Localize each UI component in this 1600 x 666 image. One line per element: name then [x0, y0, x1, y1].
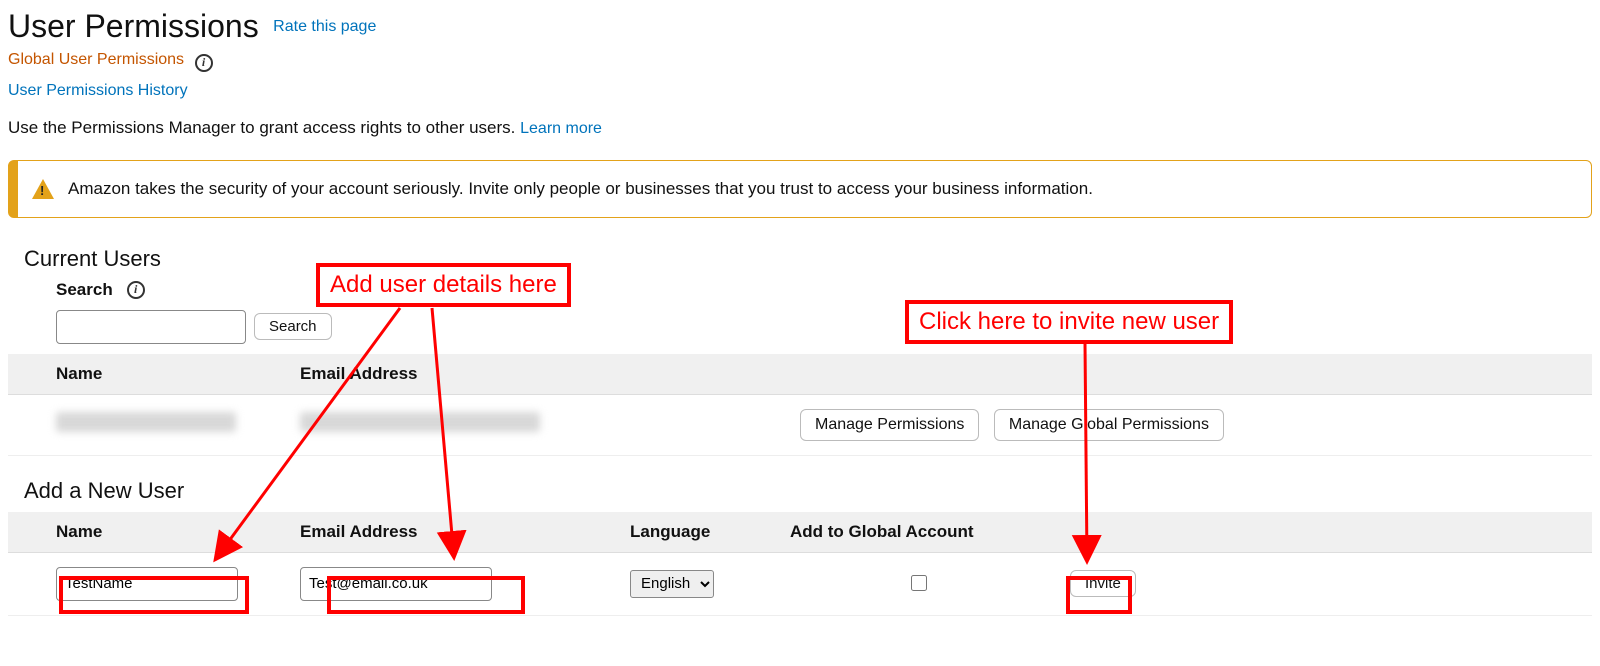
- col-invite: [1058, 512, 1592, 553]
- col-name: Name: [8, 512, 288, 553]
- language-select[interactable]: English: [630, 570, 714, 598]
- info-icon[interactable]: i: [127, 281, 145, 299]
- col-name: Name: [8, 354, 288, 395]
- redacted-name: [56, 412, 236, 432]
- global-permissions-link[interactable]: Global User Permissions: [8, 51, 184, 68]
- permissions-history-link[interactable]: User Permissions History: [8, 82, 188, 99]
- col-actions: [788, 354, 1592, 395]
- page-title: User Permissions: [8, 8, 259, 45]
- global-account-checkbox[interactable]: [911, 575, 927, 591]
- learn-more-link[interactable]: Learn more: [520, 120, 602, 137]
- table-row: Manage Permissions Manage Global Permiss…: [8, 394, 1592, 455]
- current-users-table: Name Email Address Manage Permissions Ma…: [8, 354, 1592, 456]
- search-button[interactable]: Search: [254, 313, 332, 340]
- security-alert: Amazon takes the security of your accoun…: [8, 160, 1592, 218]
- current-users-heading: Current Users: [24, 246, 1592, 272]
- col-email: Email Address: [288, 512, 618, 553]
- col-language: Language: [618, 512, 778, 553]
- info-icon[interactable]: i: [195, 54, 213, 72]
- table-row: English Invite: [8, 552, 1592, 615]
- email-input[interactable]: [300, 567, 492, 601]
- manage-global-permissions-button[interactable]: Manage Global Permissions: [994, 409, 1224, 441]
- add-new-user-heading: Add a New User: [24, 478, 1592, 504]
- alert-text: Amazon takes the security of your accoun…: [68, 179, 1093, 199]
- add-user-table: Name Email Address Language Add to Globa…: [8, 512, 1592, 616]
- search-label: Search: [56, 280, 113, 300]
- rate-page-link[interactable]: Rate this page: [273, 18, 376, 35]
- invite-button[interactable]: Invite: [1070, 570, 1136, 597]
- col-email: Email Address: [288, 354, 788, 395]
- warning-icon: [32, 179, 54, 199]
- redacted-email: [300, 412, 540, 432]
- subtitle-text: Use the Permissions Manager to grant acc…: [8, 118, 520, 137]
- name-input[interactable]: [56, 567, 238, 601]
- manage-permissions-button[interactable]: Manage Permissions: [800, 409, 979, 441]
- col-global: Add to Global Account: [778, 512, 1058, 553]
- search-input[interactable]: [56, 310, 246, 344]
